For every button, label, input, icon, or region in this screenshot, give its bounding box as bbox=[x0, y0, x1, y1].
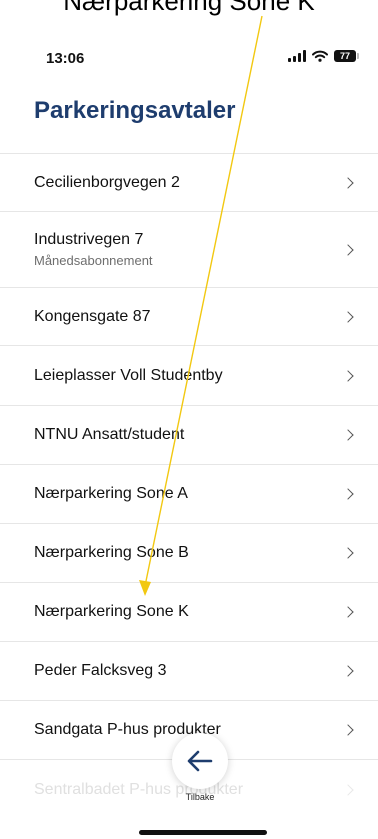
list-item-title: Industrivegen 7 bbox=[34, 231, 144, 248]
list-item-title: Cecilienborgvegen 2 bbox=[34, 173, 180, 191]
list-item[interactable]: Peder Falcksveg 3 bbox=[0, 641, 378, 700]
list-item-title: Leieplasser Voll Studentby bbox=[34, 366, 223, 384]
status-bar: 13:06 77 bbox=[0, 46, 378, 76]
list-item-title: Nærparkering Sone K bbox=[34, 603, 189, 620]
list-item-title: Peder Falcksveg 3 bbox=[34, 662, 167, 679]
list-item[interactable]: Cecilienborgvegen 2 bbox=[0, 153, 378, 211]
home-indicator bbox=[139, 830, 267, 835]
back-button[interactable] bbox=[172, 733, 228, 789]
annotation-caption: Nærparkering Sone K bbox=[63, 0, 315, 16]
list-item[interactable]: NTNU Ansatt/student bbox=[0, 405, 378, 464]
list-item-title: NTNU Ansatt/student bbox=[34, 426, 185, 443]
list-item[interactable]: Kongensgate 87 bbox=[0, 287, 378, 345]
list-item-title: Kongensgate 87 bbox=[34, 307, 151, 325]
status-icons: 77 bbox=[288, 50, 359, 62]
list-item[interactable]: Industrivegen 7 Månedsabonnement bbox=[0, 211, 378, 287]
list-item[interactable]: Nærparkering Sone K bbox=[0, 582, 378, 641]
list-item-title: Nærparkering Sone B bbox=[34, 544, 189, 561]
list-item-subtitle: Månedsabonnement bbox=[34, 253, 153, 268]
agreement-list: Cecilienborgvegen 2 Industrivegen 7 Måneds… bbox=[0, 153, 378, 819]
list-item[interactable]: Nærparkering Sone A bbox=[0, 464, 378, 523]
status-time: 13:06 bbox=[46, 50, 85, 67]
list-item[interactable]: Leieplasser Voll Studentby bbox=[0, 345, 378, 405]
page-title: Parkeringsavtaler bbox=[34, 97, 236, 124]
list-item-title: Nærparkering Sone A bbox=[34, 485, 188, 502]
wifi-icon bbox=[312, 50, 328, 62]
back-label: Tilbake bbox=[185, 792, 215, 802]
battery-icon: 77 bbox=[334, 50, 359, 62]
arrow-left-icon bbox=[187, 750, 213, 772]
list-item[interactable]: Nærparkering Sone B bbox=[0, 523, 378, 582]
cellular-signal-icon bbox=[288, 50, 306, 62]
